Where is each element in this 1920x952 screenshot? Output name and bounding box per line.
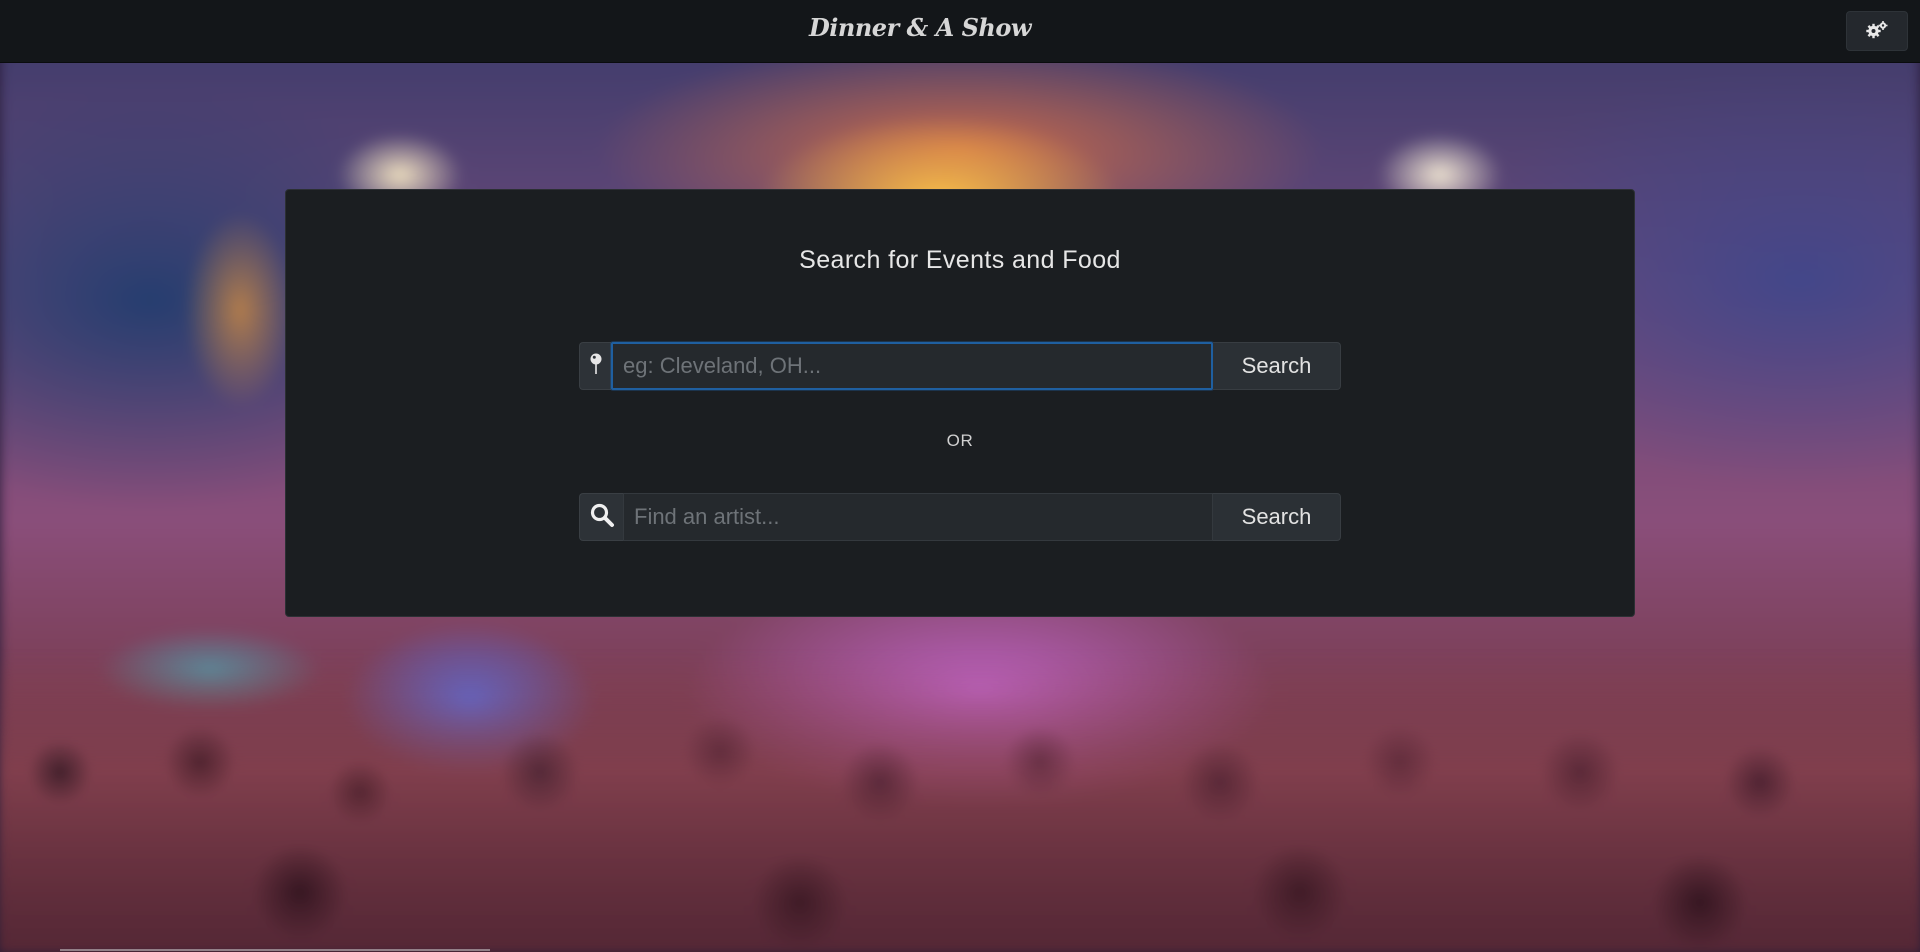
gears-icon (1865, 20, 1889, 43)
settings-button[interactable] (1846, 11, 1908, 51)
artist-search-input[interactable] (623, 493, 1213, 541)
search-icon (589, 502, 615, 532)
top-navbar: Dinner & A Show (0, 0, 1920, 63)
artist-search-button[interactable]: Search (1213, 493, 1341, 541)
location-addon (579, 342, 611, 390)
brand-logo-text[interactable]: Dinner & A Show (0, 13, 1840, 42)
page: Dinner & A Show Search for Events and Fo… (0, 0, 1920, 952)
panel-title: Search for Events and Food (799, 246, 1121, 274)
location-search-button[interactable]: Search (1213, 342, 1341, 390)
location-search-group: Search (579, 342, 1341, 390)
crowd-background (0, 652, 1920, 952)
or-divider-label: OR (946, 431, 974, 450)
artist-search-addon (579, 493, 623, 541)
map-pin-icon (589, 352, 603, 380)
location-search-input[interactable] (611, 342, 1213, 390)
artist-search-group: Search (579, 493, 1341, 541)
search-panel: Search for Events and Food Search OR (285, 189, 1635, 617)
horizontal-scrollbar[interactable] (60, 949, 490, 951)
